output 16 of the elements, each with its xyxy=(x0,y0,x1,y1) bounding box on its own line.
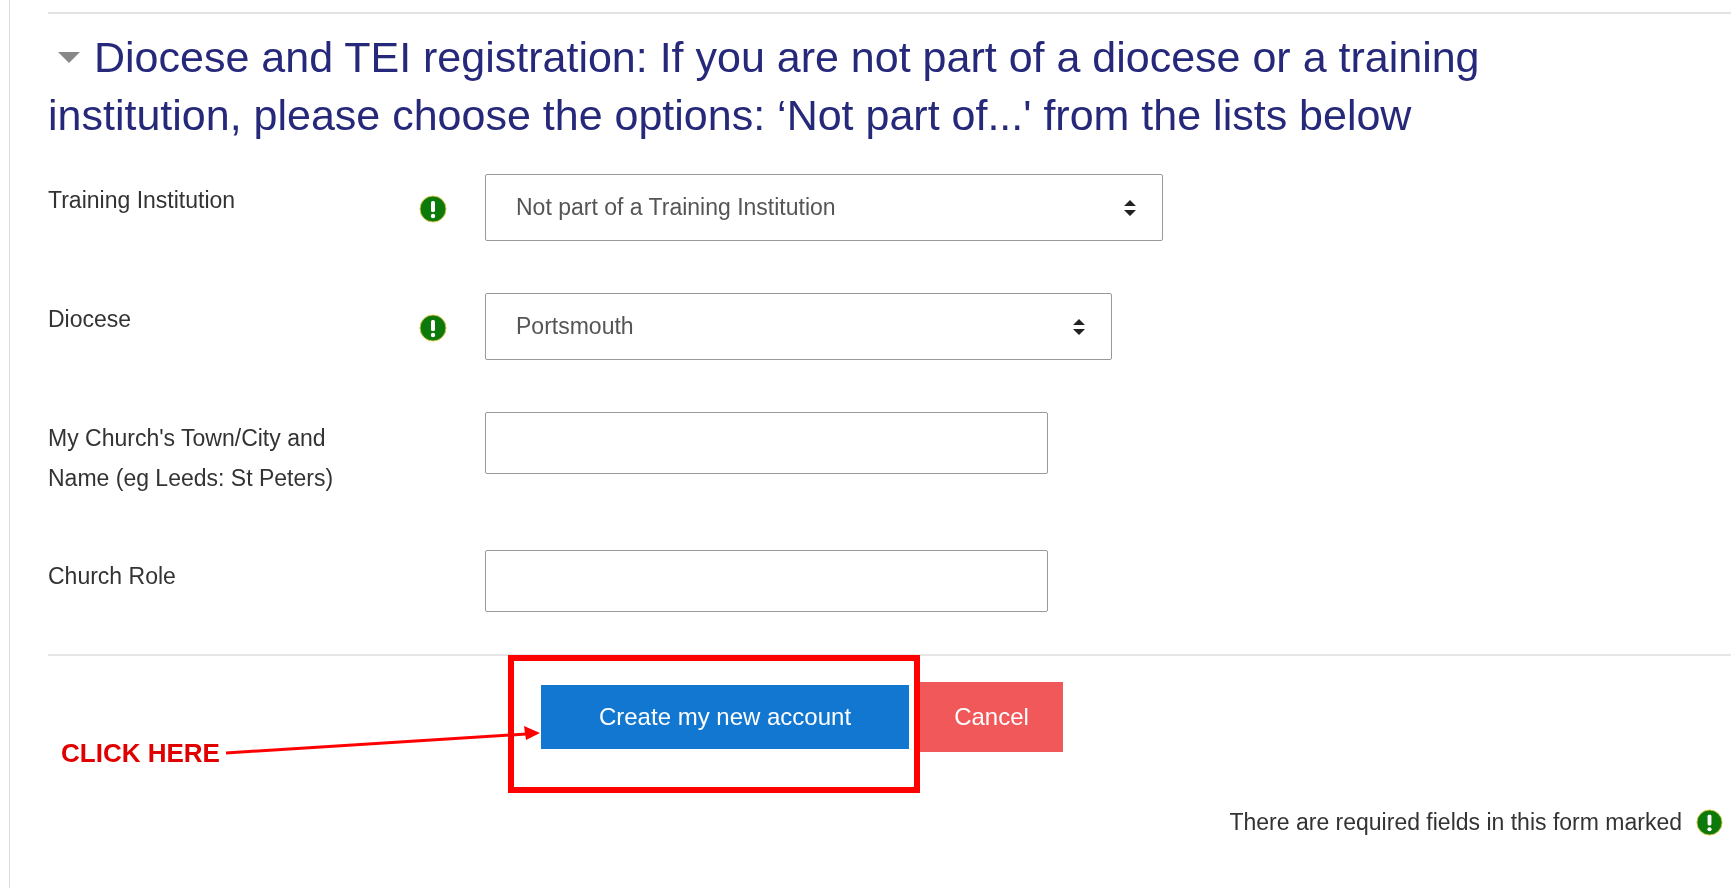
field-label: Diocese xyxy=(48,305,133,334)
sort-arrows-icon xyxy=(1124,199,1136,216)
collapse-caret-icon[interactable] xyxy=(58,52,80,64)
section-heading: Diocese and TEI registration: If you are not part of a diocese or a training institution, please choose the options: ‘Not part of...' from the lists below xyxy=(48,32,1481,141)
text-input-field[interactable] xyxy=(485,412,1048,474)
create-account-button[interactable]: Create my new account xyxy=(541,685,909,749)
field-label: Training Institution xyxy=(48,186,237,215)
required-fields-note: There are required fields in this form marked xyxy=(1229,809,1682,836)
text-input-field[interactable] xyxy=(485,550,1048,612)
select-dropdown[interactable]: Portsmouth xyxy=(485,293,1112,360)
field-label: Church Role xyxy=(48,562,177,591)
annotation-label: CLICK HERE xyxy=(61,738,220,769)
required-icon xyxy=(1696,809,1723,836)
sort-arrows-icon xyxy=(1073,318,1085,335)
field-label: My Church's Town/City and Name (eg Leeds: St Peters) xyxy=(48,424,335,493)
select-dropdown[interactable]: Not part of a Training Institution xyxy=(485,174,1163,241)
